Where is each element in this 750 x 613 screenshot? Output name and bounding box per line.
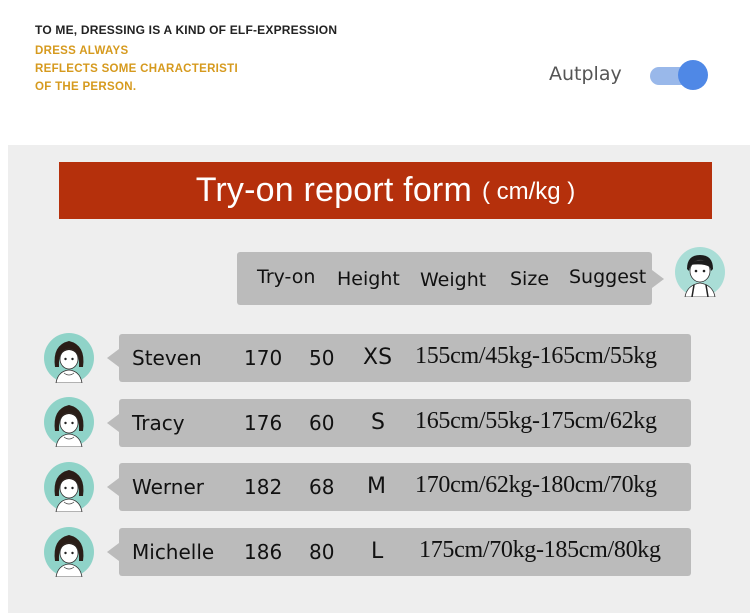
row-suggest: 155cm/45kg-165cm/55kg xyxy=(415,343,657,369)
header-weight: Weight xyxy=(420,269,487,291)
row-weight: 80 xyxy=(309,540,335,564)
row-suggest: 175cm/70kg-185cm/80kg xyxy=(419,537,661,563)
row-suggest: 170cm/62kg-180cm/70kg xyxy=(415,472,657,498)
header-suggest: Suggest xyxy=(569,266,647,288)
tagline-line-3: OF THE PERSON. xyxy=(35,81,137,93)
row-size: L xyxy=(371,539,384,564)
table-row: Tracy 176 60 S 165cm/55kg-175cm/62kg xyxy=(107,399,691,447)
row-height: 176 xyxy=(244,411,283,435)
row-name: Steven xyxy=(132,346,202,370)
table-row: Werner 182 68 M 170cm/62kg-180cm/70kg xyxy=(107,463,691,511)
boy-avatar-icon xyxy=(675,247,725,297)
form-unit: ( cm/kg ) xyxy=(481,177,576,205)
table-header: Try-on Height Weight Size Suggest xyxy=(237,252,664,305)
form-title-banner: Try-on report form ( cm/kg ) xyxy=(59,162,712,219)
row-height: 186 xyxy=(244,540,283,564)
girl-avatar-icon xyxy=(44,397,94,447)
autoplay-label: Autplay xyxy=(549,63,622,85)
tagline-line-2: REFLECTS SOME CHARACTERISTI xyxy=(35,63,238,75)
row-size: M xyxy=(367,474,386,499)
form-title: Try-on report form xyxy=(195,171,472,209)
row-height: 170 xyxy=(244,346,283,370)
toggle-knob xyxy=(678,60,708,90)
row-size: S xyxy=(371,410,385,435)
row-weight: 50 xyxy=(309,346,335,370)
tagline-main: TO ME, DRESSING IS A KIND OF ELF-EXPRESS… xyxy=(35,23,338,37)
table-row: Steven 170 50 XS 155cm/45kg-165cm/55kg xyxy=(107,334,691,382)
row-height: 182 xyxy=(244,475,283,499)
header-size: Size xyxy=(510,268,550,290)
girl-avatar-icon xyxy=(44,333,94,383)
girl-avatar-icon xyxy=(44,527,94,577)
autoplay-toggle[interactable] xyxy=(650,60,708,90)
row-name: Michelle xyxy=(132,540,215,564)
row-weight: 68 xyxy=(309,475,335,499)
header-height: Height xyxy=(337,268,400,290)
row-weight: 60 xyxy=(309,411,335,435)
girl-avatar-icon xyxy=(44,462,94,512)
table-row: Michelle 186 80 L 175cm/70kg-185cm/80kg xyxy=(107,528,691,576)
row-name: Werner xyxy=(132,475,204,499)
header-tryon: Try-on xyxy=(257,266,316,288)
row-suggest: 165cm/55kg-175cm/62kg xyxy=(415,408,657,434)
row-name: Tracy xyxy=(132,411,185,435)
tagline-line-1: DRESS ALWAYS xyxy=(35,45,129,57)
row-size: XS xyxy=(363,345,393,370)
